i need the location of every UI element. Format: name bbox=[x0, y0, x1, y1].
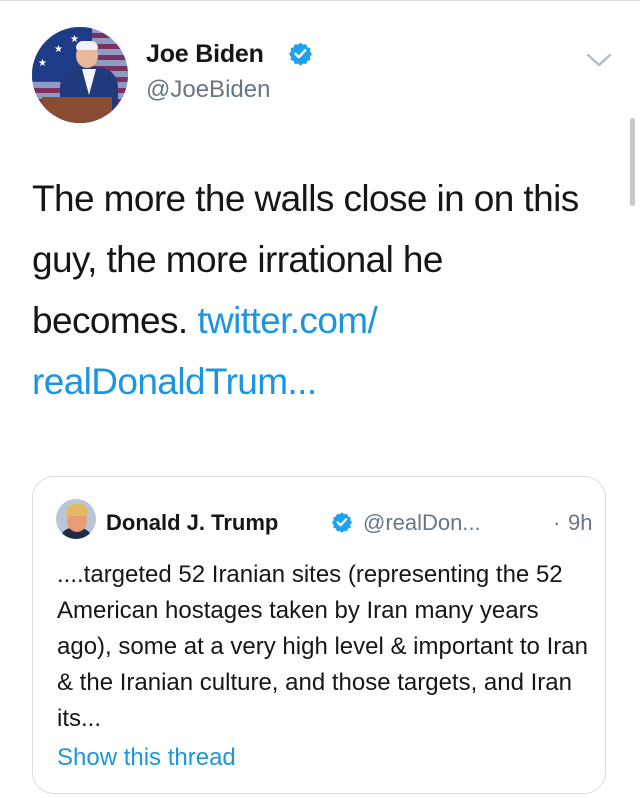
quoted-tweet-card[interactable]: Donald J. Trump @realDon... · 9h ....tar… bbox=[32, 476, 606, 794]
quoted-timestamp[interactable]: 9h bbox=[568, 510, 592, 536]
star-icon: ★ bbox=[38, 58, 47, 69]
author-avatar[interactable]: ★ ★ ★ ★ bbox=[32, 27, 128, 123]
verified-badge-icon bbox=[288, 42, 313, 66]
show-thread-link[interactable]: Show this thread bbox=[57, 744, 236, 772]
author-name[interactable]: Joe Biden bbox=[146, 40, 264, 69]
star-icon: ★ bbox=[54, 44, 63, 55]
star-icon: ★ bbox=[40, 32, 49, 43]
scroll-indicator[interactable] bbox=[630, 118, 635, 206]
separator-dot: · bbox=[553, 510, 561, 535]
top-divider bbox=[0, 0, 640, 1]
tweet-text: The more the walls close in on this guy,… bbox=[32, 168, 602, 412]
chevron-down-icon[interactable] bbox=[584, 50, 614, 70]
verified-badge-icon bbox=[331, 512, 353, 533]
author-handle[interactable]: @JoeBiden bbox=[146, 76, 270, 104]
quoted-author-handle[interactable]: @realDon... bbox=[363, 510, 481, 536]
avatar-hair bbox=[76, 41, 98, 50]
quoted-author-name[interactable]: Donald J. Trump bbox=[106, 510, 278, 536]
quoted-author-avatar[interactable] bbox=[56, 499, 96, 539]
avatar-podium bbox=[42, 97, 112, 123]
quoted-tweet-text: ....targeted 52 Iranian sites (represent… bbox=[57, 561, 588, 732]
quoted-avatar-hair bbox=[66, 504, 88, 516]
